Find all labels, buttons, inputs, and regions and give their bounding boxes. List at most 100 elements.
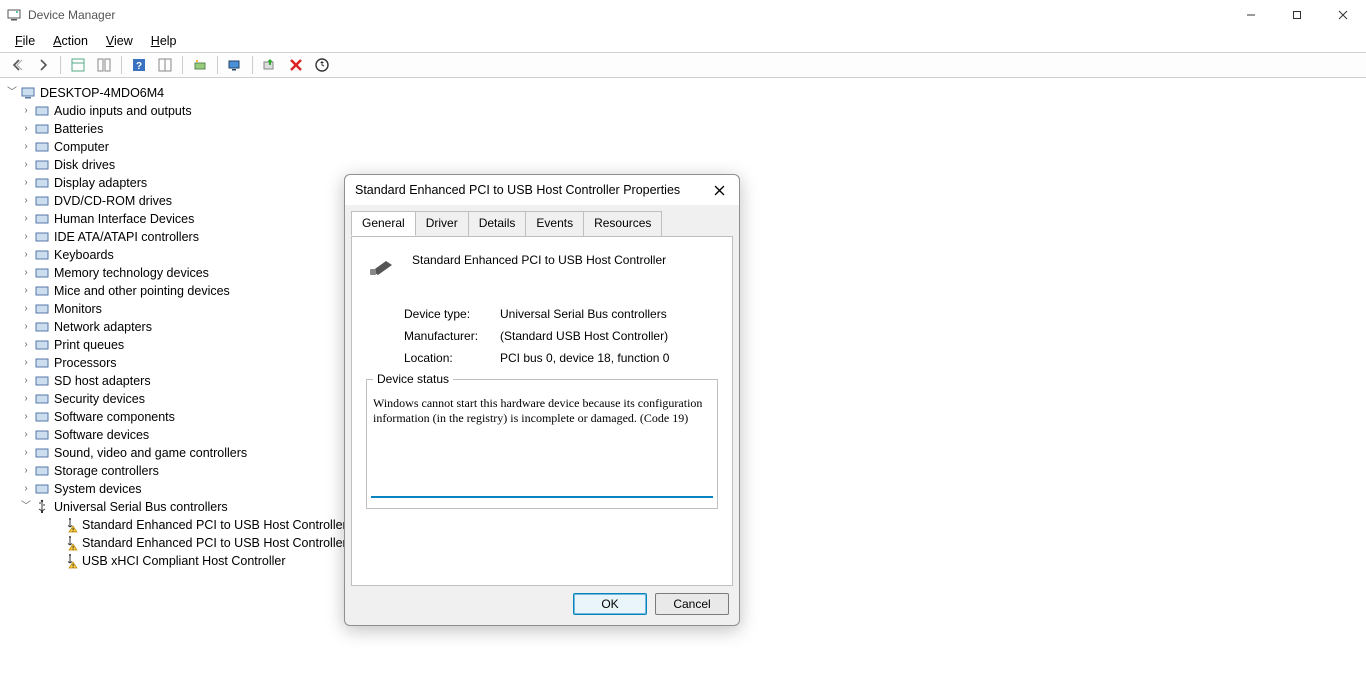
maximize-button[interactable]: [1274, 0, 1320, 30]
button-label: OK: [601, 597, 618, 611]
tree-category[interactable]: › Audio inputs and outputs: [6, 102, 1366, 120]
minimize-button[interactable]: [1228, 0, 1274, 30]
forward-button[interactable]: [31, 54, 55, 76]
category-icon: [34, 337, 50, 353]
expand-icon[interactable]: ›: [20, 354, 32, 372]
enable-device-icon[interactable]: [258, 54, 282, 76]
device-status-text[interactable]: [371, 394, 713, 498]
tree-label: Monitors: [54, 300, 102, 318]
toolbar-icon-5[interactable]: [188, 54, 212, 76]
expand-icon[interactable]: ›: [20, 300, 32, 318]
expand-icon[interactable]: ›: [20, 246, 32, 264]
expand-icon[interactable]: ›: [20, 462, 32, 480]
expand-icon[interactable]: ›: [20, 372, 32, 390]
tab-label: Details: [479, 216, 516, 230]
tree-label: Batteries: [54, 120, 103, 138]
expand-icon[interactable]: ›: [20, 120, 32, 138]
category-icon: [34, 247, 50, 263]
expand-icon[interactable]: ›: [20, 426, 32, 444]
expand-icon[interactable]: ›: [20, 282, 32, 300]
toolbar-icon-2[interactable]: [92, 54, 116, 76]
expand-icon[interactable]: ›: [20, 174, 32, 192]
tab-details[interactable]: Details: [468, 211, 527, 236]
expand-icon[interactable]: ›: [20, 264, 32, 282]
dialog-close-button[interactable]: [705, 179, 733, 201]
expand-icon[interactable]: ›: [20, 318, 32, 336]
toolbar-icon-4[interactable]: [153, 54, 177, 76]
tree-label: Sound, video and game controllers: [54, 444, 247, 462]
help-icon[interactable]: ?: [127, 54, 151, 76]
tree-label: Processors: [54, 354, 117, 372]
label-device-type: Device type:: [404, 307, 500, 321]
expand-icon[interactable]: ›: [20, 444, 32, 462]
menu-action[interactable]: Action: [44, 32, 97, 50]
category-icon: [34, 463, 50, 479]
tree-root-label: DESKTOP-4MDO6M4: [40, 84, 164, 102]
collapse-icon[interactable]: ﹀: [20, 498, 32, 516]
tree-label: DVD/CD-ROM drives: [54, 192, 172, 210]
tree-root[interactable]: ﹀ DESKTOP-4MDO6M4: [6, 84, 1366, 102]
toolbar-icon-1[interactable]: [66, 54, 90, 76]
close-button[interactable]: [1320, 0, 1366, 30]
dialog-title: Standard Enhanced PCI to USB Host Contro…: [355, 183, 680, 197]
tab-driver[interactable]: Driver: [415, 211, 469, 236]
collapse-icon[interactable]: ﹀: [6, 84, 18, 102]
expand-icon[interactable]: ›: [20, 228, 32, 246]
scan-hardware-icon[interactable]: [223, 54, 247, 76]
tree-label: USB xHCI Compliant Host Controller: [82, 552, 286, 570]
cancel-button[interactable]: Cancel: [655, 593, 729, 615]
back-button[interactable]: [5, 54, 29, 76]
tab-events[interactable]: Events: [525, 211, 584, 236]
category-icon: [34, 391, 50, 407]
menu-file[interactable]: Fdocument.currentScript.previousElementS…: [6, 32, 44, 50]
uninstall-device-icon[interactable]: [284, 54, 308, 76]
tree-label: Standard Enhanced PCI to USB Host Contro…: [82, 534, 347, 552]
expand-icon[interactable]: ›: [20, 102, 32, 120]
tree-category[interactable]: › Batteries: [6, 120, 1366, 138]
button-label: Cancel: [673, 597, 710, 611]
category-icon: [34, 229, 50, 245]
tab-general[interactable]: General: [351, 211, 416, 236]
tree-category[interactable]: ›Disk drives: [6, 156, 1366, 174]
tree-label: Software devices: [54, 426, 149, 444]
tree-label: Universal Serial Bus controllers: [54, 498, 228, 516]
app-icon: [6, 7, 22, 23]
tree-label: Security devices: [54, 390, 145, 408]
expand-icon[interactable]: ›: [20, 408, 32, 426]
property-table: Device type:Universal Serial Bus control…: [404, 307, 718, 365]
expand-icon[interactable]: ›: [20, 336, 32, 354]
dialog-titlebar[interactable]: Standard Enhanced PCI to USB Host Contro…: [345, 175, 739, 205]
category-icon: [34, 409, 50, 425]
menu-view[interactable]: View: [97, 32, 142, 50]
computer-icon: [20, 85, 36, 101]
category-icon: [34, 445, 50, 461]
ok-button[interactable]: OK: [573, 593, 647, 615]
expand-icon[interactable]: ›: [20, 210, 32, 228]
device-status-legend: Device status: [373, 372, 453, 386]
properties-dialog: Standard Enhanced PCI to USB Host Contro…: [344, 174, 740, 626]
menu-file-label: ile: [23, 34, 36, 48]
expand-icon[interactable]: ›: [20, 192, 32, 210]
menu-help[interactable]: Help: [142, 32, 186, 50]
separator: [182, 56, 183, 74]
tree-label: Network adapters: [54, 318, 152, 336]
tree-label: Mice and other pointing devices: [54, 282, 230, 300]
category-icon: [34, 481, 50, 497]
tree-label: Audio inputs and outputs: [54, 102, 192, 120]
expand-icon[interactable]: ›: [20, 390, 32, 408]
tab-resources[interactable]: Resources: [583, 211, 662, 236]
expand-icon[interactable]: ›: [20, 138, 32, 156]
usb-device-warning-icon: [62, 535, 78, 551]
category-icon: [34, 373, 50, 389]
category-icon: [34, 211, 50, 227]
device-large-icon: [366, 251, 398, 283]
tree-category[interactable]: ›Computer: [6, 138, 1366, 156]
category-icon: [34, 283, 50, 299]
expand-icon[interactable]: ›: [20, 480, 32, 498]
separator: [217, 56, 218, 74]
expand-icon[interactable]: ›: [20, 156, 32, 174]
svg-text:?: ?: [136, 61, 142, 72]
value-device-type: Universal Serial Bus controllers: [500, 307, 667, 321]
update-driver-icon[interactable]: [310, 54, 334, 76]
tree-label: Software components: [54, 408, 175, 426]
